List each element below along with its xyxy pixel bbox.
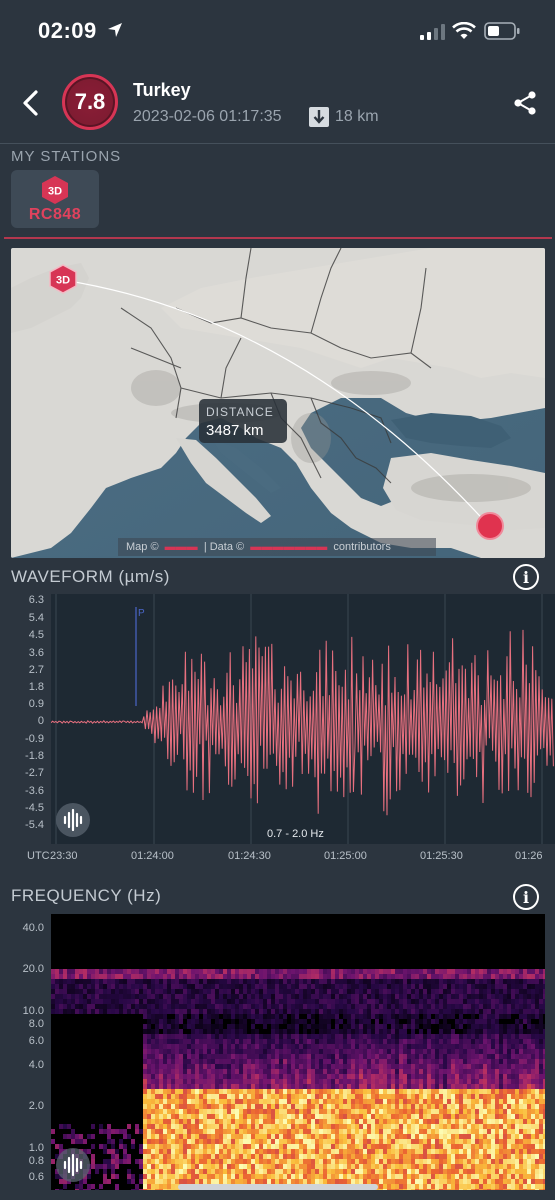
- event-depth: 18 km: [335, 108, 379, 125]
- waveform-tz-label: UTC: [27, 850, 50, 862]
- frequency-y-tick: 0.6: [28, 1171, 44, 1183]
- my-stations-label: MY STATIONS: [11, 148, 122, 165]
- waveform-y-tick: -5.4: [25, 819, 44, 831]
- header-divider: [0, 143, 555, 144]
- map-station-marker[interactable]: 3D: [49, 264, 77, 294]
- frequency-y-tick: 40.0: [22, 922, 44, 934]
- waveform-y-tick: -3.6: [25, 785, 44, 797]
- waveform-y-tick: 2.7: [28, 664, 44, 676]
- spectrogram-cells: [51, 969, 545, 1190]
- share-button[interactable]: [512, 90, 538, 116]
- event-title: Turkey: [133, 80, 191, 100]
- waveform-y-tick: 5.4: [28, 612, 44, 624]
- spectrogram-canvas: [51, 969, 545, 1190]
- map-attribution[interactable]: Map © ▬▬▬ | Data © ▬▬▬▬▬▬▬ contributors: [118, 538, 436, 556]
- waveform-plot[interactable]: P: [51, 594, 555, 844]
- magnitude-badge: 7.8: [62, 74, 118, 130]
- attribution-contributors: contributors: [333, 541, 391, 553]
- frequency-y-tick: 1.0: [28, 1142, 44, 1154]
- home-indicator[interactable]: [178, 1184, 378, 1190]
- waveform-x-tick: 01:25:30: [420, 850, 463, 862]
- spectrogram-audio-button[interactable]: [56, 1148, 90, 1182]
- attribution-map-link[interactable]: ▬▬▬: [162, 541, 201, 553]
- waveform-x-tick: 01:24:30: [228, 850, 271, 862]
- frequency-y-tick: 10.0: [22, 1005, 44, 1017]
- frequency-y-tick: 0.8: [28, 1155, 44, 1167]
- waveform-info-icon[interactable]: i: [513, 564, 539, 590]
- waveform-y-tick: 1.8: [28, 681, 44, 693]
- waveform-x-tick: 23:30: [50, 850, 78, 862]
- station-chip-rc848[interactable]: 3D RC848: [11, 170, 99, 228]
- depth-arrow-icon: [309, 107, 329, 127]
- event-datetime: 2023-02-06 01:17:35: [133, 108, 282, 125]
- waveform-x-tick: 01:26: [515, 850, 543, 862]
- waveform-y-tick: 0: [37, 715, 44, 727]
- frequency-info-icon[interactable]: i: [513, 884, 539, 910]
- back-button[interactable]: [16, 86, 46, 120]
- waveform-y-tick: -2.7: [25, 767, 44, 779]
- map-station-badge: 3D: [56, 275, 70, 287]
- waveform-filter: 0.7 - 2.0 Hz: [264, 827, 327, 841]
- attribution-data: | Data ©: [203, 541, 245, 553]
- station-badge-text: 3D: [48, 186, 62, 198]
- cellular-signal-icon: [420, 24, 445, 40]
- frequency-y-tick: 6.0: [28, 1035, 44, 1047]
- waveform-y-tick: -4.5: [25, 802, 44, 814]
- wifi-icon: [452, 22, 476, 39]
- status-time: 02:09: [38, 18, 97, 43]
- battery-icon: [484, 22, 520, 40]
- waveform-x-tick: 01:24:00: [131, 850, 174, 862]
- sound-wave-icon: [63, 808, 83, 832]
- frequency-title: FREQUENCY (Hz): [11, 886, 162, 905]
- frequency-y-tick: 4.0: [28, 1059, 44, 1071]
- waveform-x-tick: 01:25:00: [324, 850, 367, 862]
- waveform-y-tick: 6.3: [28, 594, 44, 606]
- distance-label: DISTANCE: [206, 405, 274, 419]
- waveform-y-tick: 4.5: [28, 629, 44, 641]
- station-3d-icon: 3D: [42, 176, 68, 204]
- epicenter-marker[interactable]: [476, 512, 504, 540]
- attribution-map: Map ©: [126, 541, 159, 553]
- attribution-data-link[interactable]: ▬▬▬▬▬▬▬: [247, 541, 330, 553]
- station-name: RC848: [28, 206, 82, 223]
- waveform-title: WAVEFORM (µm/s): [11, 567, 170, 586]
- sound-wave-icon: [63, 1153, 83, 1177]
- station-selected-underline: [4, 237, 552, 239]
- distance-value: 3487 km: [206, 422, 264, 439]
- event-header: 7.8 Turkey 2023-02-06 01:17:35 18 km: [0, 62, 555, 142]
- distance-callout: DISTANCE 3487 km: [199, 399, 287, 443]
- frequency-y-tick: 8.0: [28, 1018, 44, 1030]
- spectrogram-plot[interactable]: [51, 914, 545, 1190]
- waveform-canvas: P: [51, 594, 554, 844]
- waveform-y-tick: 3.6: [28, 647, 44, 659]
- waveform-y-tick: -1.8: [25, 750, 44, 762]
- status-bar: 02:09: [0, 0, 555, 62]
- waveform-audio-button[interactable]: [56, 803, 90, 837]
- frequency-y-tick: 20.0: [22, 963, 44, 975]
- waveform-trace: [51, 629, 554, 816]
- waveform-y-tick: -0.9: [25, 733, 44, 745]
- waveform-y-tick: 0.9: [28, 698, 44, 710]
- p-wave-label: P: [138, 608, 145, 619]
- frequency-y-tick: 2.0: [28, 1100, 44, 1112]
- location-arrow-icon: [108, 23, 122, 37]
